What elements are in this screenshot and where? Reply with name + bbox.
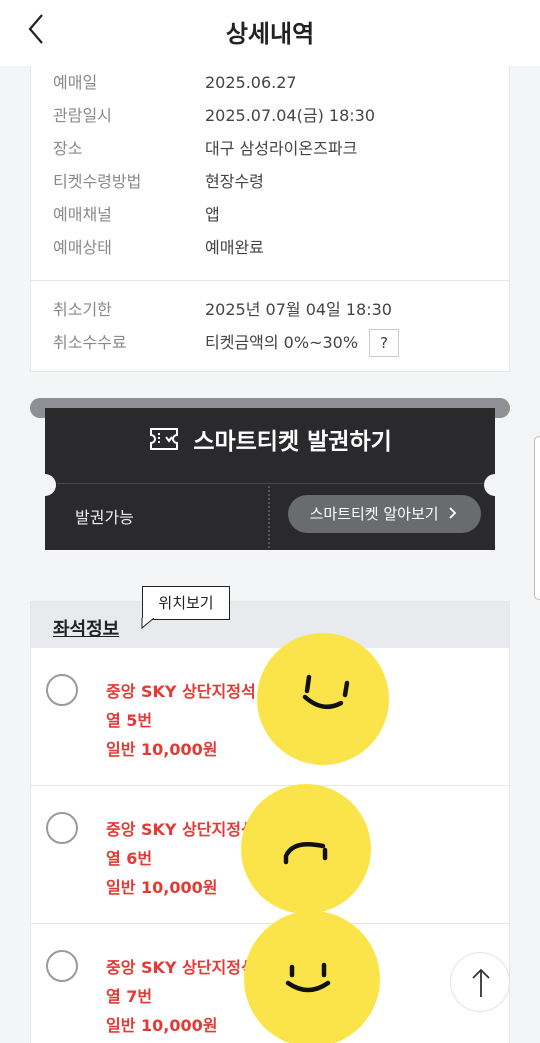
info-label: 예매채널 (53, 205, 112, 224)
info-label: 티켓수령방법 (53, 172, 142, 191)
ticket-notch-right (484, 474, 506, 496)
info-value: 2025년 07월 04일 18:30 (205, 300, 392, 319)
info-value: 앱 (205, 205, 220, 224)
cancel-fee-help-button[interactable]: ? (369, 329, 399, 357)
info-value: 예매완료 (205, 238, 264, 257)
info-label: 예매일 (53, 73, 98, 92)
smart-ticket-title: 스마트티켓 발권하기 (193, 429, 392, 455)
ticket-icon (150, 428, 179, 450)
seat-radio[interactable] (46, 674, 78, 706)
info-label: 취소수수료 (53, 333, 127, 352)
arrow-up-icon (472, 968, 490, 997)
smile-face-icon (302, 674, 350, 710)
seat-radio[interactable] (46, 950, 78, 982)
booking-info-card: 예매일 2025.06.27 관람일시 2025.07.04(금) 18:30 … (30, 66, 510, 372)
info-value: 현장수령 (205, 172, 264, 191)
smart-ticket-info-label: 스마트티켓 알아보기 (309, 505, 439, 523)
ticket-notch-left (34, 474, 56, 496)
frown-face-icon (283, 842, 328, 865)
seat-price: 일반 10,000원 (106, 1016, 218, 1035)
frown-face-sticker (241, 784, 371, 914)
seat-zone: 중앙 SKY 상단지정석 (106, 682, 256, 701)
scroll-to-top-button[interactable] (450, 952, 510, 1012)
smile-face-icon (285, 962, 331, 993)
ticket-divider (57, 483, 483, 484)
chevron-right-icon (449, 507, 457, 519)
info-value: 2025.06.27 (205, 73, 297, 92)
seat-radio[interactable] (46, 812, 78, 844)
tooltip-tail (141, 618, 155, 630)
smile-face-sticker (244, 911, 380, 1043)
info-label: 취소기한 (53, 300, 112, 319)
ticket-status-label: 발권가능 (75, 508, 134, 527)
seat-location-tooltip[interactable]: 위치보기 (142, 586, 230, 620)
side-drawer-handle[interactable] (534, 436, 540, 600)
smile-face-sticker (257, 633, 389, 765)
ticket-perforation (268, 486, 270, 548)
seat-number: 열 6번 (106, 849, 153, 868)
info-divider (31, 280, 509, 281)
seat-number: 열 5번 (106, 711, 153, 730)
info-label: 장소 (53, 139, 83, 158)
smart-ticket-card: 스마트티켓 발권하기 발권가능 스마트티켓 알아보기 (34, 408, 506, 555)
smart-ticket-info-button[interactable]: 스마트티켓 알아보기 (288, 495, 481, 533)
app-header: 상세내역 (0, 0, 540, 66)
seat-zone: 중앙 SKY 상단지정석 (106, 820, 256, 839)
seat-price: 일반 10,000원 (106, 878, 218, 897)
info-value: 대구 삼성라이온즈파크 (205, 139, 358, 158)
info-value: 2025.07.04(금) 18:30 (205, 106, 376, 125)
info-label: 예매상태 (53, 238, 112, 257)
seat-zone: 중앙 SKY 상단지정석 (106, 958, 256, 977)
ticket-edge (45, 545, 495, 555)
info-label: 관람일시 (53, 106, 112, 125)
seat-info-title[interactable]: 좌석정보 (53, 615, 119, 641)
info-value: 티켓금액의 0%~30% (205, 333, 359, 352)
issue-smart-ticket-button[interactable]: 스마트티켓 발권하기 (45, 422, 495, 466)
seat-number: 열 7번 (106, 987, 153, 1006)
page-title: 상세내역 (225, 20, 315, 48)
seat-price: 일반 10,000원 (106, 740, 218, 759)
